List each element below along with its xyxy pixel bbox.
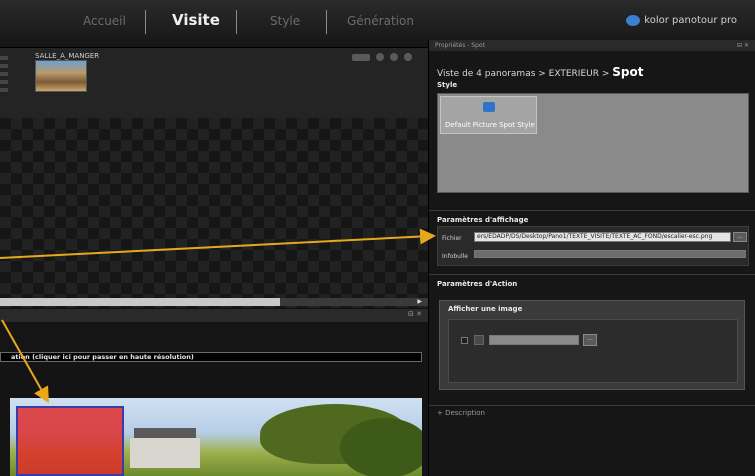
fichier-input[interactable]: ers/EDADP/DS/Desktop/Pano1/TEXTE_VISITE/…: [474, 232, 731, 242]
image-swatch[interactable]: [474, 335, 484, 345]
display-section-label: Paramètres d'affichage: [437, 216, 529, 224]
fichier-label: Fichier: [442, 235, 462, 242]
edge-handle[interactable]: [0, 56, 8, 96]
tab-accueil[interactable]: Accueil: [83, 14, 126, 28]
properties-panel: Propriétés - Spot ⊟ ✕ Viste de 4 panoram…: [428, 40, 755, 476]
image-path-input[interactable]: [489, 335, 579, 345]
horizontal-scrollbar[interactable]: ▶: [0, 298, 428, 306]
panel-controls[interactable]: ⊟ ✕: [408, 310, 422, 318]
tab-visite[interactable]: Visite: [172, 11, 220, 29]
panorama-preview[interactable]: [10, 398, 422, 476]
picture-spot-icon: [483, 102, 495, 112]
scroll-right-arrow-icon[interactable]: ▶: [417, 298, 422, 306]
divider: [429, 210, 755, 211]
settings-icon[interactable]: [376, 53, 384, 61]
hires-toggle-bar[interactable]: ation (cliquer ici pour passer en haute …: [0, 352, 422, 362]
thumbnail-label: SALLE_A_MANGER: [35, 52, 100, 60]
divider: [429, 405, 755, 406]
brand-name: kolor panotour pro: [644, 15, 737, 26]
nav-separator: [326, 10, 327, 34]
panorama-panel: SALLE_A_MANGER ▶ ⊟ ✕ ation (cliquer ici …: [0, 48, 428, 476]
properties-titlebar: Propriétés - Spot ⊟ ✕: [429, 40, 755, 51]
thumbnail-strip: SALLE_A_MANGER: [0, 48, 428, 118]
action-checkbox[interactable]: [461, 337, 468, 344]
panorama-thumbnail[interactable]: [35, 60, 87, 92]
browse-image-button[interactable]: ...: [583, 334, 597, 346]
view-mode-icon[interactable]: [352, 53, 370, 61]
gear-icon[interactable]: [404, 53, 412, 61]
nav-separator: [145, 10, 146, 34]
style-list: Default Picture Spot Style: [437, 93, 749, 193]
description-expander[interactable]: + Description: [437, 409, 485, 417]
display-params-group: Fichier ers/EDADP/DS/Desktop/Pano1/TEXTE…: [437, 226, 749, 266]
infobulle-input[interactable]: [474, 250, 746, 258]
breadcrumb-current: Spot: [612, 65, 644, 79]
action-section-label: Paramètres d'Action: [437, 280, 518, 288]
infobulle-label: Infobulle: [442, 253, 468, 260]
browse-file-button[interactable]: ...: [733, 232, 747, 242]
spot-selection[interactable]: [16, 406, 124, 476]
panel-close-icon[interactable]: ⊟ ✕: [737, 40, 749, 51]
breadcrumb-path[interactable]: Viste de 4 panoramas > EXTERIEUR >: [437, 69, 612, 79]
breadcrumb: Viste de 4 panoramas > EXTERIEUR > Spot: [437, 65, 643, 79]
action-params-group: Afficher une image ...: [439, 300, 745, 390]
style-tile-label: Default Picture Spot Style: [445, 121, 535, 129]
action-title: Afficher une image: [448, 305, 523, 313]
preview-toolbar-area: [0, 322, 428, 352]
style-tile[interactable]: Default Picture Spot Style: [440, 96, 537, 134]
style-section-label: Style: [437, 81, 458, 89]
scrollbar-thumb[interactable]: [0, 298, 280, 306]
grid-icon[interactable]: [390, 53, 398, 61]
kolor-logo-icon: [626, 15, 641, 26]
building: [130, 438, 200, 468]
nav-separator: [236, 10, 237, 34]
viewer-toolbar: [352, 53, 412, 61]
brand: kolor panotour pro: [626, 15, 737, 26]
action-image-settings: ...: [448, 319, 738, 383]
preview-panel-header: ⊟ ✕: [0, 308, 428, 322]
app-window: Accueil Visite Style Génération kolor pa…: [0, 0, 755, 476]
panel-title: Propriétés - Spot: [435, 42, 485, 49]
tab-generation[interactable]: Génération: [347, 14, 414, 28]
tree: [340, 418, 422, 476]
divider: [429, 274, 755, 275]
tab-style[interactable]: Style: [270, 14, 300, 28]
